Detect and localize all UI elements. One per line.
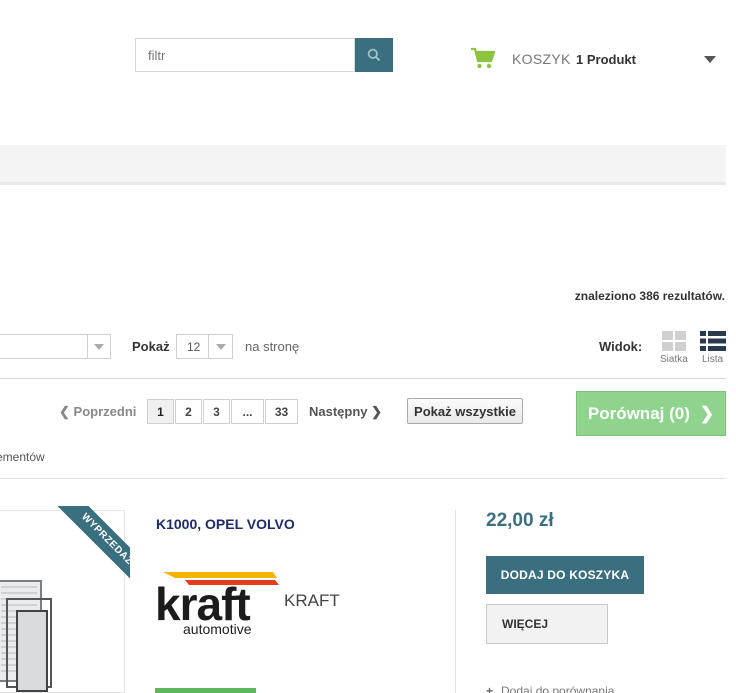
search-icon [367, 48, 381, 62]
divider [0, 378, 726, 379]
product-price: 22,00 zł [486, 510, 554, 531]
per-page-suffix: na stronę [245, 339, 300, 354]
view-grid-label[interactable]: Siatka [660, 354, 688, 365]
grid-view-icon[interactable] [662, 331, 686, 351]
brand-logo-subtext: automotive [183, 621, 252, 637]
more-button[interactable]: WIĘCEJ [486, 604, 608, 644]
chevron-left-icon: ❮ [59, 404, 70, 419]
brand-name: KRAFT [284, 591, 340, 610]
chevron-right-icon: ❯ [371, 404, 383, 419]
list-view-icon[interactable] [700, 331, 726, 351]
pagination-prev-label: Poprzedni [73, 404, 137, 419]
chevron-down-icon [94, 343, 104, 350]
view-list-label[interactable]: Lista [702, 354, 723, 365]
divider [0, 478, 726, 479]
availability-bar [155, 688, 256, 693]
show-all-button[interactable]: Pokaż wszystkie [407, 398, 523, 424]
view-label: Widok: [599, 339, 643, 354]
pagination-next[interactable]: Następny ❯ [309, 404, 382, 420]
sort-select-arrow[interactable] [87, 335, 110, 358]
page-ellipsis: ... [231, 399, 264, 424]
cart-count[interactable]: 1 Produkt [576, 52, 636, 67]
sale-ribbon: WYPRZEDAŻ! [44, 506, 130, 592]
divider [455, 510, 456, 693]
show-label: Pokaż [132, 339, 170, 354]
per-page-select-arrow[interactable] [208, 335, 232, 358]
cart-icon[interactable] [470, 46, 496, 70]
chevron-down-icon[interactable] [704, 56, 716, 63]
plus-icon: + [486, 684, 494, 693]
product-title[interactable]: K1000, OPEL VOLVO [156, 516, 295, 532]
page-button-1[interactable]: 1 [147, 399, 174, 424]
search-input[interactable] [136, 39, 354, 71]
nav-bar [0, 145, 726, 185]
add-to-compare-link[interactable]: + Dodaj do porównania [486, 684, 614, 693]
kraft-logo: kraft automotive [155, 572, 279, 637]
pagination-prev[interactable]: ❮ Poprzedni [59, 404, 136, 420]
chevron-right-icon: ❯ [699, 403, 715, 423]
results-count: znaleziono 386 rezultatów. [574, 289, 725, 303]
compare-button[interactable]: Porównaj (0) ❯ [576, 391, 726, 436]
page-button-2[interactable]: 2 [175, 399, 202, 424]
page-button-33[interactable]: 33 [265, 399, 298, 424]
search-button[interactable] [355, 38, 393, 72]
add-to-cart-button[interactable]: DODAJ DO KOSZYKA [486, 556, 644, 594]
add-to-compare-label: Dodaj do porównania [501, 684, 615, 693]
chevron-down-icon [215, 343, 226, 350]
page-button-3[interactable]: 3 [203, 399, 230, 424]
per-page-value: 12 [187, 340, 201, 354]
compare-label: Porównaj (0) [587, 403, 690, 423]
elements-count-text: ementów [0, 450, 45, 464]
sale-badge: WYPRZEDAŻ! [50, 506, 130, 592]
search-box[interactable] [135, 38, 355, 72]
pagination-next-label: Następny [309, 404, 368, 419]
cart-label[interactable]: KOSZYK [512, 51, 571, 67]
